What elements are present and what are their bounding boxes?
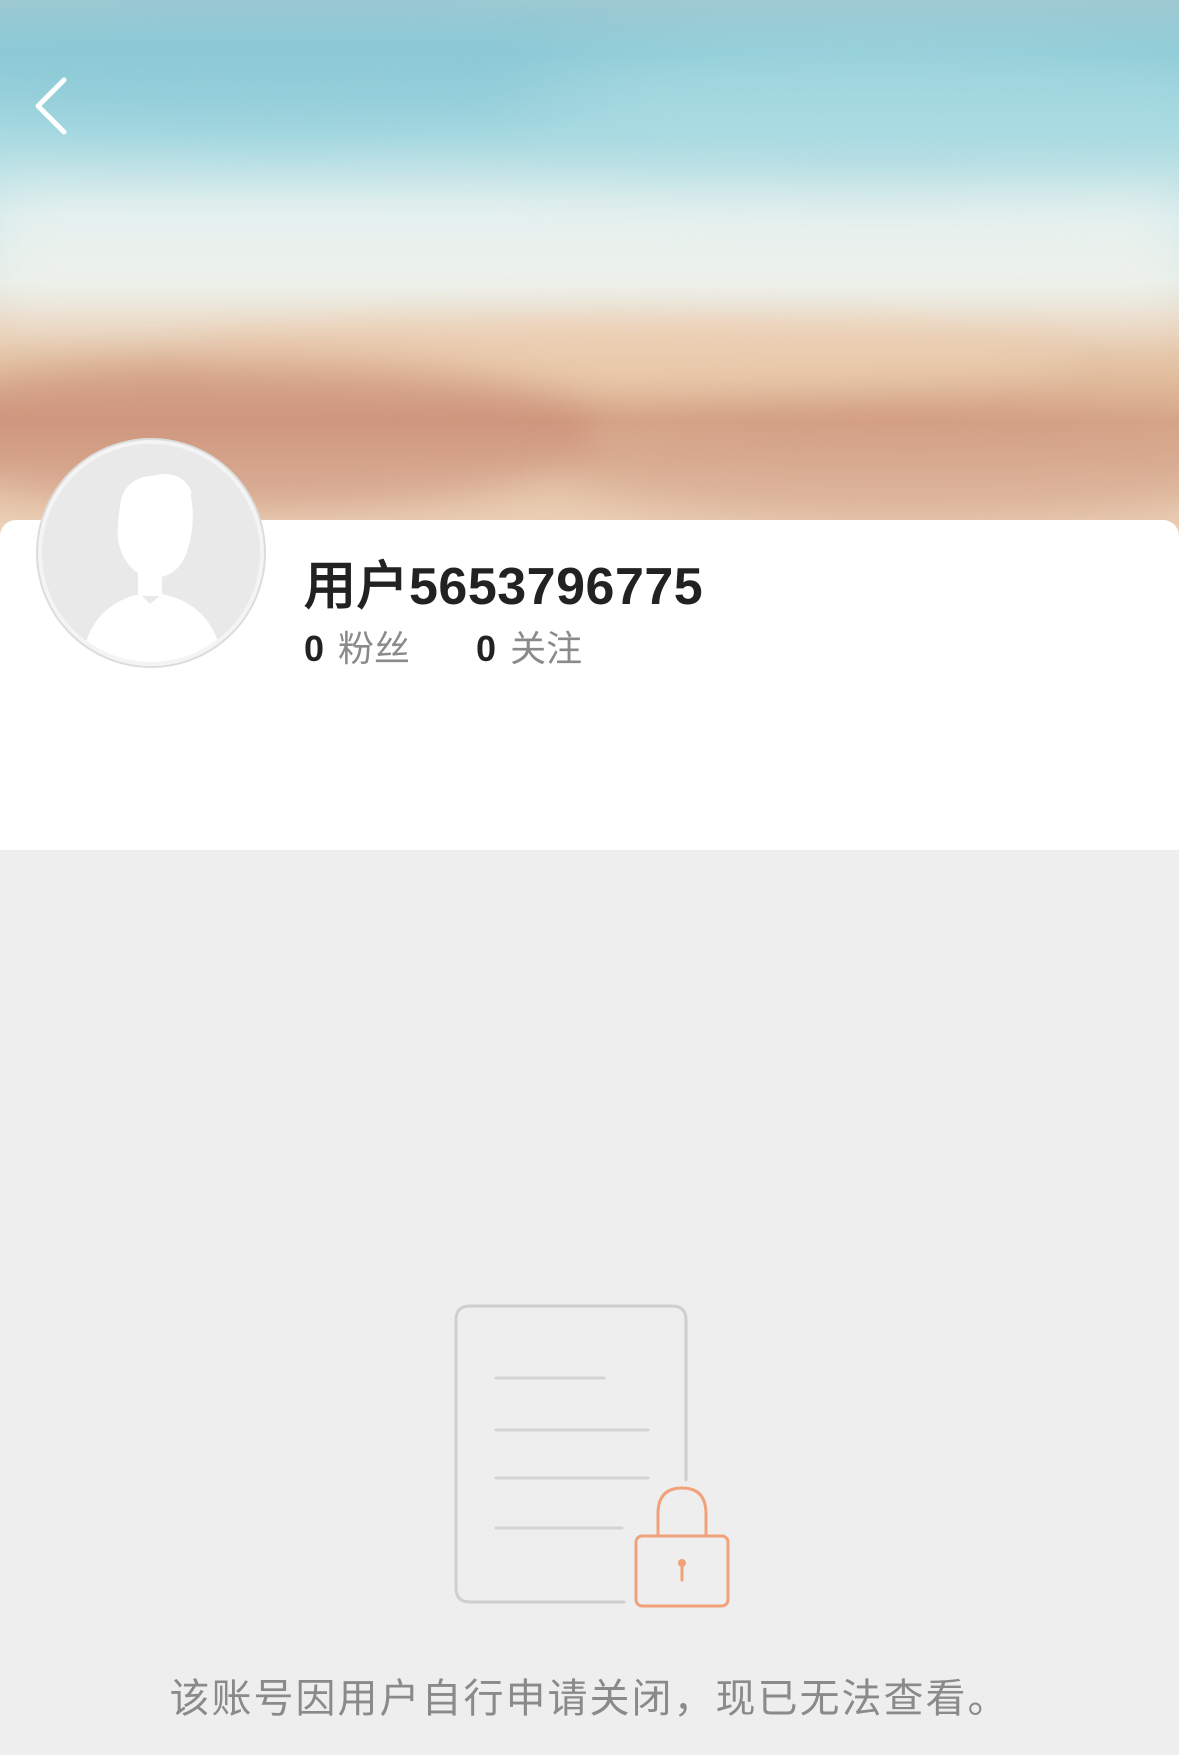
following-count: 0 xyxy=(476,628,497,669)
following-stat[interactable]: 0 关注 xyxy=(476,620,582,672)
followers-label: 粉丝 xyxy=(338,628,411,669)
followers-count: 0 xyxy=(304,628,325,669)
back-button[interactable] xyxy=(28,72,76,140)
followers-stat[interactable]: 0 粉丝 xyxy=(304,620,410,672)
locked-document-icon xyxy=(450,1300,740,1612)
default-avatar-icon[interactable] xyxy=(38,440,264,666)
account-closed-message: 该账号因用户自行申请关闭，现已无法查看。 xyxy=(169,1677,1010,1721)
chevron-left-icon xyxy=(35,77,67,135)
username: 用户5653796775 xyxy=(304,558,704,616)
following-label: 关注 xyxy=(510,628,583,669)
profile-stats: 0 粉丝 0 关注 xyxy=(304,620,648,672)
